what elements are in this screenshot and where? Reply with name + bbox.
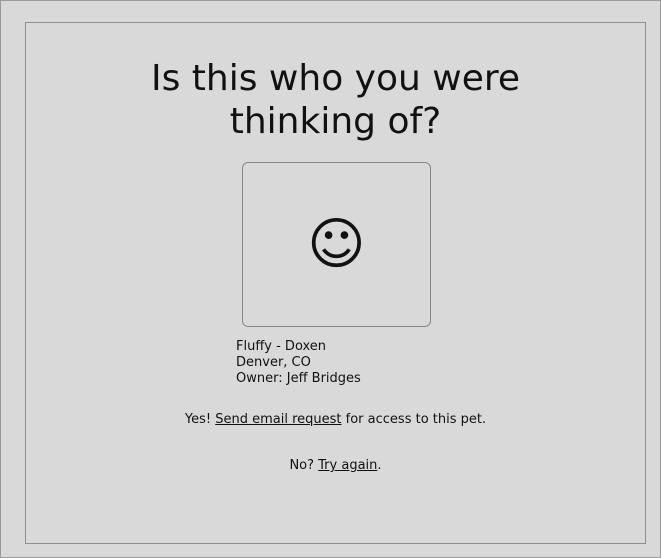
smiley-face-icon: ☺: [307, 211, 366, 277]
confirm-prompt-suffix: for access to this pet.: [341, 412, 487, 427]
page-title-line-1: Is this who you were: [150, 58, 521, 99]
pet-photo: ☺: [242, 162, 431, 327]
page-title-line-2: thinking of?: [229, 101, 442, 142]
pet-name-breed: Fluffy - Doxen: [236, 339, 327, 354]
page-frame: Is this who you were thinking of? ☺ Fluf…: [0, 0, 661, 558]
retry-prompt-suffix: .: [377, 458, 382, 473]
pet-details: Fluffy - Doxen Denver, CO Owner: Jeff Br…: [236, 339, 361, 387]
page-title: Is this who you were thinking of?: [26, 57, 645, 143]
content-panel: Is this who you were thinking of? ☺ Fluf…: [25, 22, 646, 544]
pet-location: Denver, CO: [236, 355, 311, 370]
confirm-prompt: Yes! Send email request for access to th…: [26, 412, 645, 428]
retry-prompt-prefix: No?: [289, 458, 319, 473]
send-email-request-link[interactable]: Send email request: [215, 412, 341, 427]
confirm-prompt-prefix: Yes!: [184, 412, 216, 427]
try-again-link[interactable]: Try again: [318, 458, 377, 473]
pet-owner: Owner: Jeff Bridges: [236, 371, 361, 386]
retry-prompt: No? Try again.: [26, 458, 645, 474]
